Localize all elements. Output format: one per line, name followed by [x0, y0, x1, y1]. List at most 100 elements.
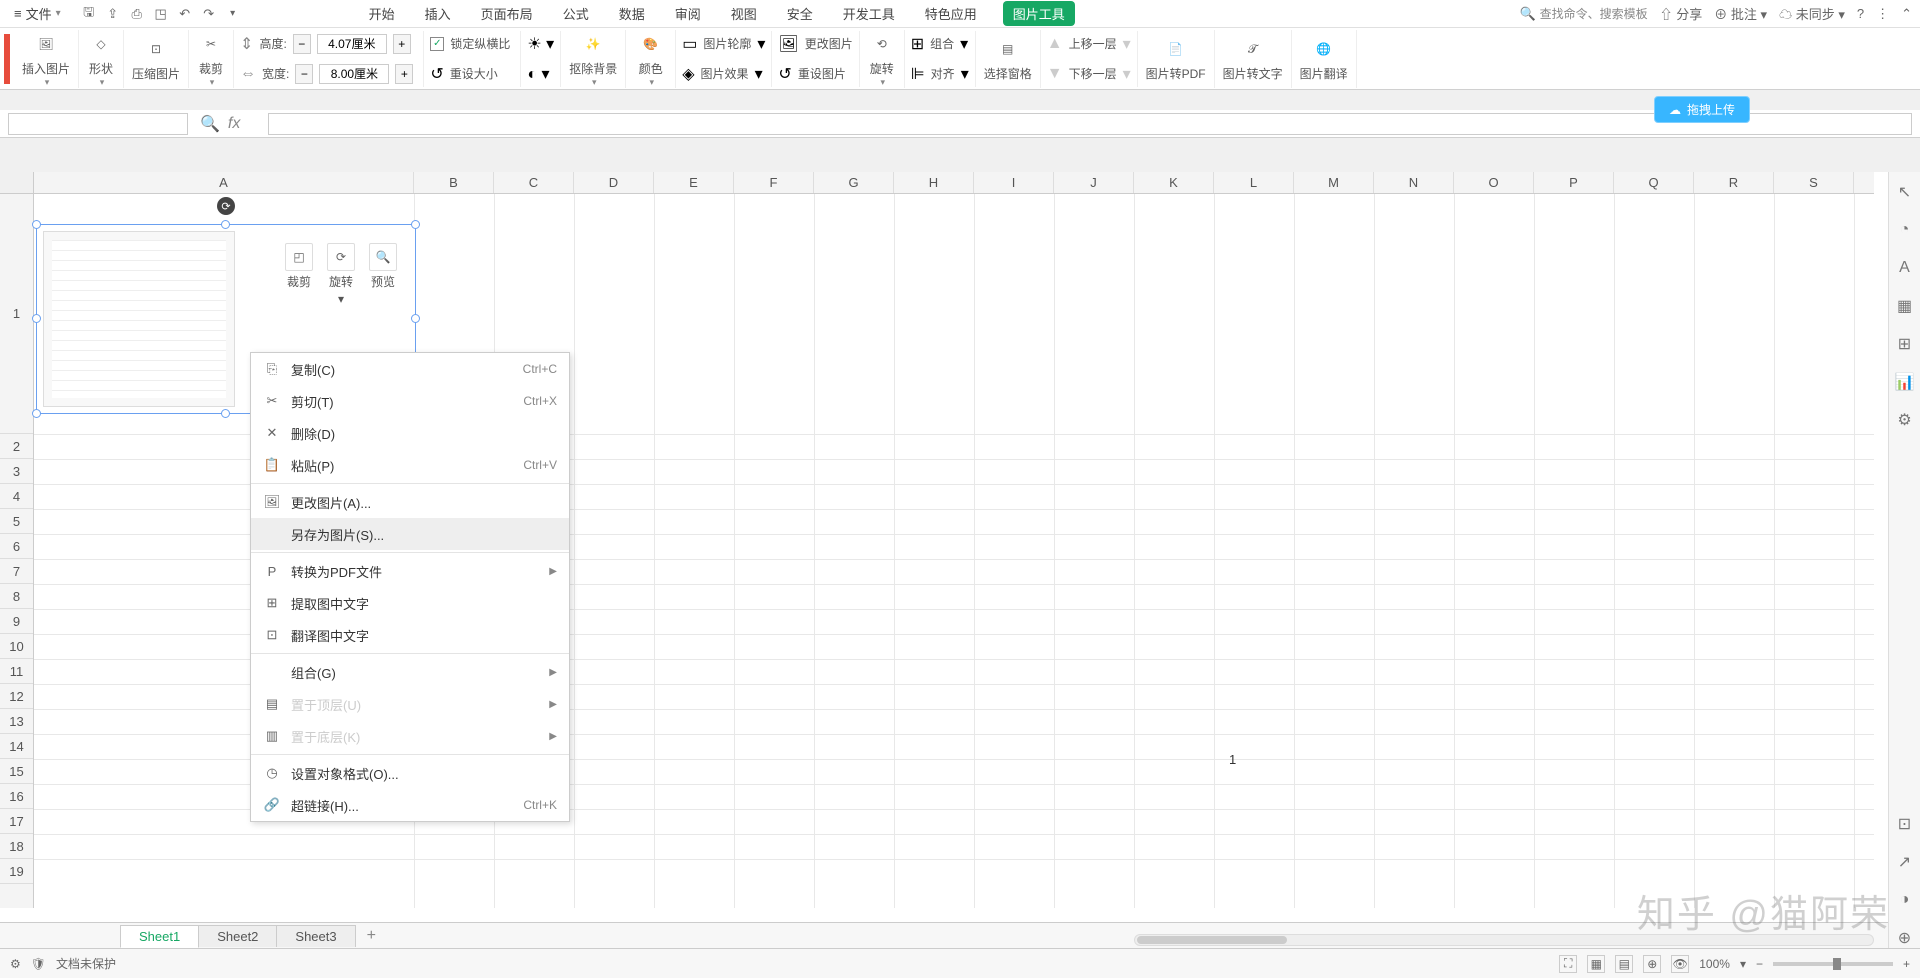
undo-icon[interactable]: ↶ — [177, 6, 193, 22]
column-header-Q[interactable]: Q — [1614, 172, 1694, 193]
name-box[interactable] — [8, 113, 188, 135]
zoom-lens-icon[interactable]: 🔍 — [200, 114, 220, 134]
column-header-H[interactable]: H — [894, 172, 974, 193]
apps-icon[interactable]: ⊞ — [1895, 334, 1915, 354]
row-header-8[interactable]: 8 — [0, 584, 33, 609]
scrollbar-thumb[interactable] — [1137, 936, 1287, 944]
row-header-12[interactable]: 12 — [0, 684, 33, 709]
height-input[interactable] — [317, 34, 387, 54]
fullscreen-icon[interactable]: ⛶ — [1559, 955, 1577, 973]
group-button[interactable]: ⊞ 组合 ▾ — [911, 31, 969, 57]
tab-home[interactable]: 开始 — [365, 1, 399, 26]
ctx-转换为PDF文件[interactable]: P转换为PDF文件▶ — [251, 555, 569, 587]
resize-handle-w[interactable] — [32, 314, 41, 323]
feedback-icon[interactable]: ⊕ — [1895, 928, 1915, 948]
row-header-3[interactable]: 3 — [0, 459, 33, 484]
settings-icon[interactable]: ⚙ — [1895, 410, 1915, 430]
column-header-G[interactable]: G — [814, 172, 894, 193]
resize-handle-sw[interactable] — [32, 409, 41, 418]
add-sheet-button[interactable]: + — [367, 927, 376, 945]
tab-data[interactable]: 数据 — [615, 1, 649, 26]
settings-icon[interactable]: ⚙ — [10, 957, 21, 971]
column-header-B[interactable]: B — [414, 172, 494, 193]
ctx-超链接H[interactable]: 🔗超链接(H)...Ctrl+K — [251, 789, 569, 821]
row-header-15[interactable]: 15 — [0, 759, 33, 784]
resize-handle-e[interactable] — [411, 314, 420, 323]
row-header-1[interactable]: 1 — [0, 194, 33, 434]
sync-button[interactable]: ☁ 未同步 ▾ — [1779, 4, 1845, 23]
zoom-slider[interactable] — [1773, 962, 1893, 966]
effects-button[interactable]: ◈ 图片效果 ▾ — [682, 61, 765, 87]
mini-preview-button[interactable]: 🔍预览 — [369, 243, 397, 306]
mini-rotate-button[interactable]: ⟳旋转 ▾ — [327, 243, 355, 306]
row-header-19[interactable]: 19 — [0, 859, 33, 884]
row-header-4[interactable]: 4 — [0, 484, 33, 509]
normal-view-icon[interactable]: ▦ — [1587, 955, 1605, 973]
tab-view[interactable]: 视图 — [727, 1, 761, 26]
contrast-icon[interactable]: ◐ ▾ — [527, 64, 549, 84]
width-minus-button[interactable]: − — [295, 64, 313, 84]
tab-developer[interactable]: 开发工具 — [839, 1, 899, 26]
ctx-提取图中文字[interactable]: ⊞提取图中文字 — [251, 587, 569, 619]
row-header-7[interactable]: 7 — [0, 559, 33, 584]
tab-special[interactable]: 特色应用 — [921, 1, 981, 26]
column-header-I[interactable]: I — [974, 172, 1054, 193]
ctx-组合G[interactable]: 组合(G)▶ — [251, 656, 569, 688]
row-header-13[interactable]: 13 — [0, 709, 33, 734]
more-icon[interactable]: ⋮ — [1876, 6, 1889, 22]
column-header-C[interactable]: C — [494, 172, 574, 193]
ctx-另存为图片S[interactable]: 另存为图片(S)... — [251, 518, 569, 550]
column-header-P[interactable]: P — [1534, 172, 1614, 193]
fx-icon[interactable]: fx — [228, 115, 240, 133]
ctx-剪切T[interactable]: ✂剪切(T)Ctrl+X — [251, 385, 569, 417]
upload-pill[interactable]: ☁ 拖拽上传 — [1654, 96, 1750, 123]
row-header-5[interactable]: 5 — [0, 509, 33, 534]
redo-icon[interactable]: ↷ — [201, 6, 217, 22]
column-header-F[interactable]: F — [734, 172, 814, 193]
share-button[interactable]: ⇧ 分享 — [1660, 4, 1703, 23]
comment-button[interactable]: ⊕ 批注 ▾ — [1714, 4, 1767, 23]
remove-bg-button[interactable]: ✨ 抠除背景▾ — [561, 30, 626, 88]
help-icon[interactable]: ? — [1857, 6, 1864, 21]
tab-review[interactable]: 审阅 — [671, 1, 705, 26]
column-header-D[interactable]: D — [574, 172, 654, 193]
zoom-in-button[interactable]: + — [1903, 957, 1910, 971]
resize-handle-s[interactable] — [221, 409, 230, 418]
row-header-14[interactable]: 14 — [0, 734, 33, 759]
crop-button[interactable]: ✂ 裁剪▾ — [189, 30, 234, 88]
row-header-6[interactable]: 6 — [0, 534, 33, 559]
tab-security[interactable]: 安全 — [783, 1, 817, 26]
compress-button[interactable]: ⊡ 压缩图片 — [124, 30, 189, 88]
row-header-2[interactable]: 2 — [0, 434, 33, 459]
reading-view-icon[interactable]: ⊕ — [1643, 955, 1661, 973]
sheet-tab-2[interactable]: Sheet2 — [198, 925, 277, 947]
pic-translate-button[interactable]: 🌐 图片翻译 — [1292, 30, 1357, 88]
eye-icon[interactable]: 👁 — [1671, 955, 1689, 973]
preview-icon[interactable]: ◳ — [153, 6, 169, 22]
lock-ratio-checkbox[interactable]: ✓ 锁定纵横比 — [430, 31, 510, 57]
protect-icon[interactable]: 🛡 — [31, 957, 46, 971]
brightness-icon[interactable]: ☀ ▾ — [527, 34, 554, 54]
qat-more-icon[interactable]: ▾ — [225, 6, 241, 22]
ctx-更改图片A[interactable]: 🖼更改图片(A)... — [251, 486, 569, 518]
table-icon[interactable]: ▦ — [1895, 296, 1915, 316]
column-header-A[interactable]: A — [34, 172, 414, 193]
clipboard-icon[interactable]: ◔ — [1895, 220, 1915, 240]
column-header-R[interactable]: R — [1694, 172, 1774, 193]
horizontal-scrollbar[interactable] — [1134, 934, 1874, 946]
save-icon[interactable]: 🖫 — [81, 6, 97, 22]
select-all-corner[interactable] — [0, 172, 34, 194]
reset-size-button[interactable]: ↺ 重设大小 — [430, 61, 510, 87]
outline-button[interactable]: ▭ 图片轮廓 ▾ — [682, 31, 765, 57]
chart-icon[interactable]: 📊 — [1895, 372, 1915, 392]
help-icon[interactable]: ◑ — [1895, 890, 1915, 910]
height-minus-button[interactable]: − — [293, 34, 311, 54]
resize-handle-nw[interactable] — [32, 220, 41, 229]
ctx-设置对象格式O[interactable]: ◷设置对象格式(O)... — [251, 757, 569, 789]
ctx-粘贴P[interactable]: 📋粘贴(P)Ctrl+V — [251, 449, 569, 481]
mini-crop-button[interactable]: ◰裁剪 — [285, 243, 313, 306]
tab-formula[interactable]: 公式 — [559, 1, 593, 26]
insert-picture-button[interactable]: 🖼 插入图片▾ — [14, 30, 79, 88]
reset-picture-button[interactable]: ↺ 重设图片 — [778, 61, 852, 87]
ctx-复制C[interactable]: ⎘复制(C)Ctrl+C — [251, 353, 569, 385]
